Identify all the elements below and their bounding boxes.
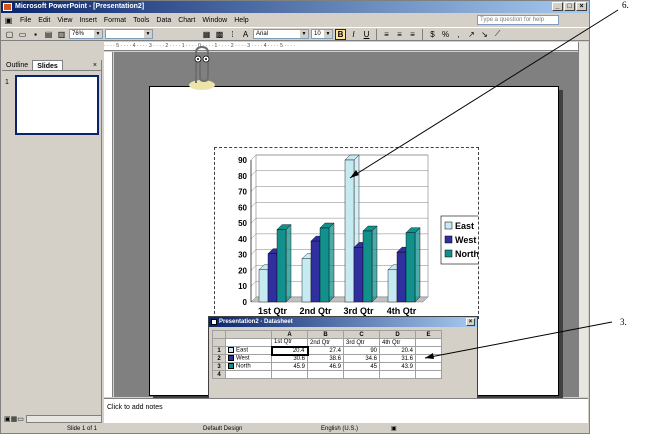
annotation-arrow-top [349, 9, 619, 179]
arrowhead-icon [425, 353, 434, 359]
annotation-label-right: 3. [620, 317, 627, 327]
annotation-layer [349, 9, 619, 359]
annotation-label-top: 6. [622, 0, 629, 10]
arrowhead-icon [350, 170, 359, 178]
annotation-arrow-right [424, 321, 613, 359]
